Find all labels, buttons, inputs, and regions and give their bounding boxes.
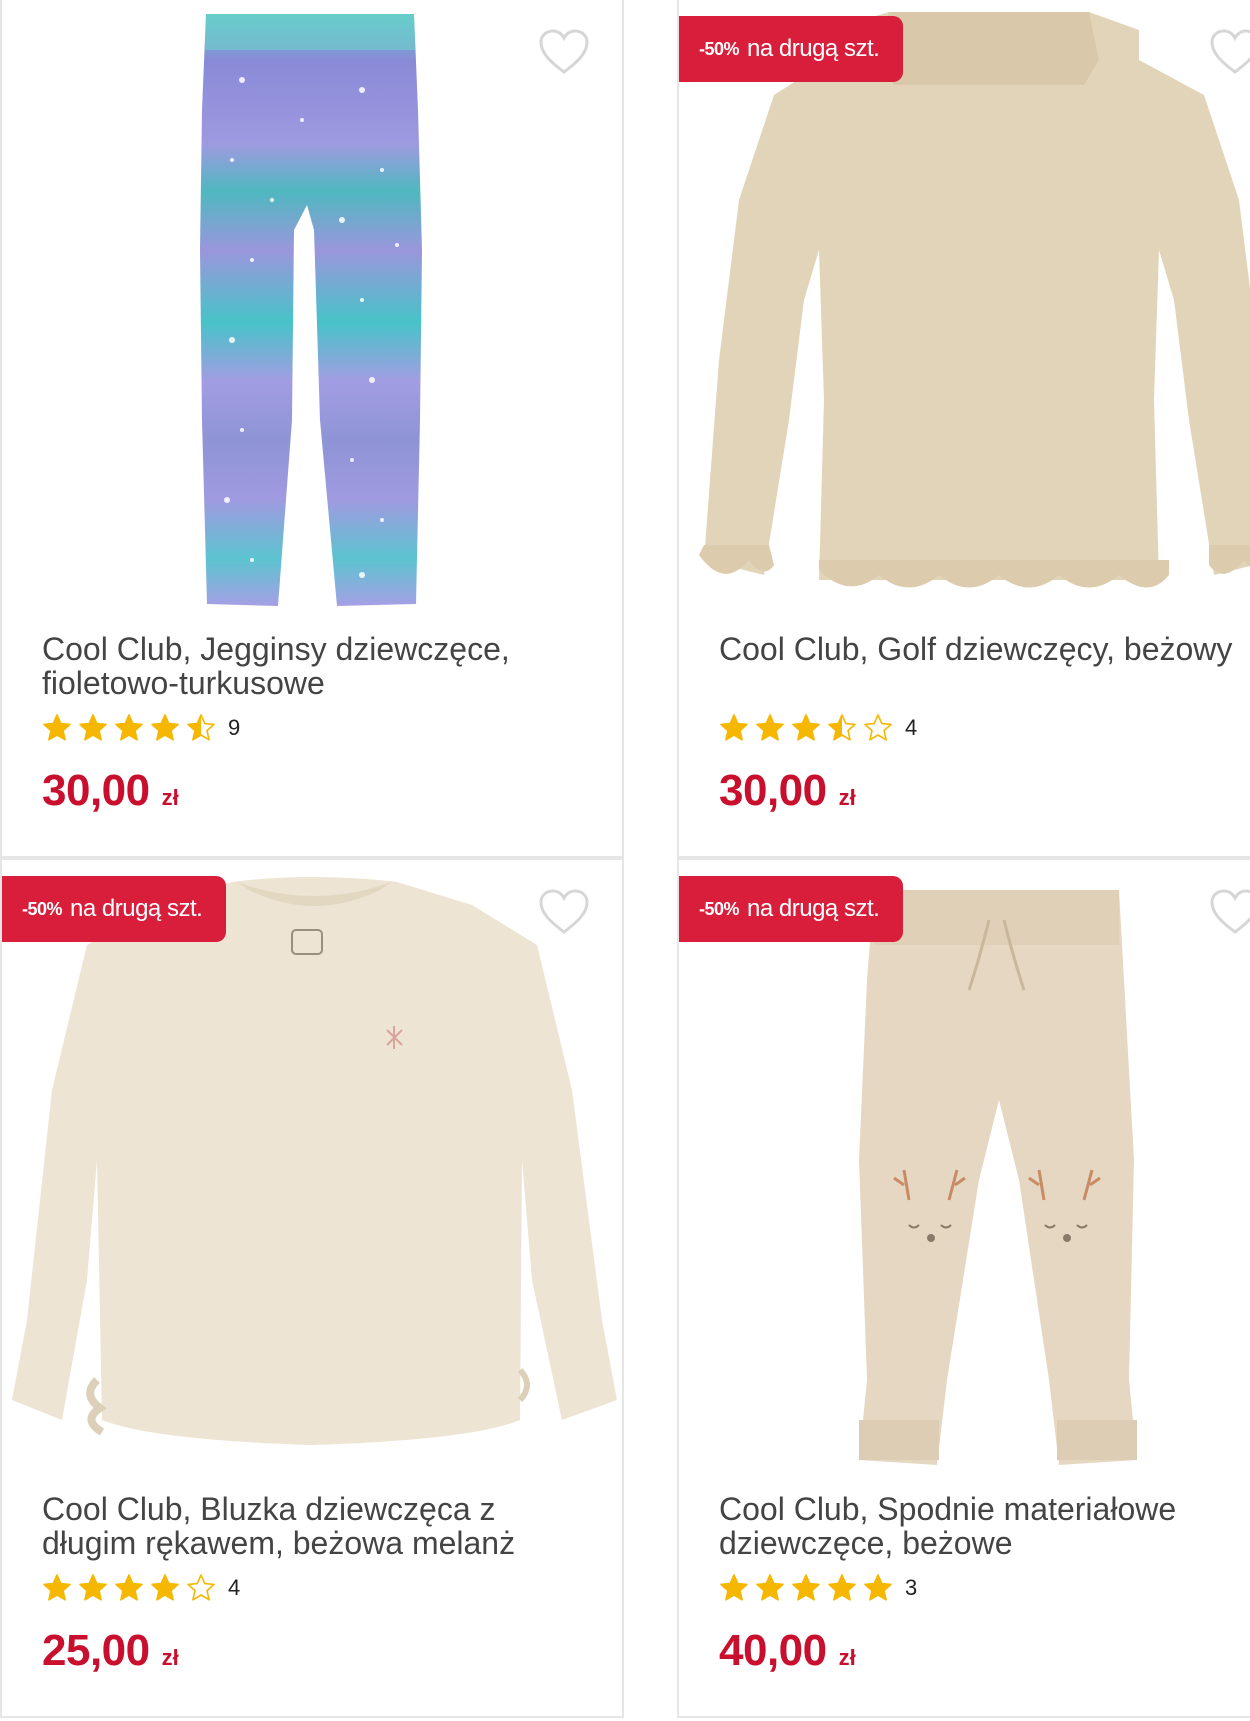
- promo-badge-text: na drugą szt.: [747, 35, 880, 62]
- wishlist-heart-icon[interactable]: [1209, 28, 1250, 76]
- trousers-image[interactable]: [679, 860, 1250, 1480]
- price-amount: 25,00: [42, 1626, 150, 1675]
- blouse-image[interactable]: [2, 860, 622, 1480]
- product-card[interactable]: -50% na drugą szt. Cool Club, Spodnie ma…: [677, 858, 1250, 1718]
- star-filled-icon: [792, 1574, 820, 1601]
- wishlist-heart-icon[interactable]: [538, 888, 590, 936]
- promo-badge: -50% na drugą szt.: [679, 16, 904, 82]
- product-rating: 4: [719, 712, 917, 744]
- star-filled-icon: [151, 1574, 179, 1601]
- product-price: 30,00 zł: [719, 766, 856, 816]
- review-count: 4: [228, 1575, 241, 1600]
- product-title[interactable]: Cool Club, Jegginsy dziewczęce, fioletow…: [42, 632, 612, 700]
- star-filled-icon: [792, 714, 820, 741]
- star-filled-icon: [828, 1574, 856, 1601]
- star-filled-icon: [864, 1574, 892, 1601]
- promo-badge-percent: -50%: [699, 898, 740, 919]
- product-price: 30,00 zł: [42, 766, 179, 816]
- product-card[interactable]: -50% na drugą szt. Cool Club, Golf dziew…: [677, 0, 1250, 858]
- product-rating: 9: [42, 712, 240, 744]
- product-rating: 4: [42, 1572, 240, 1604]
- promo-badge-percent: -50%: [699, 38, 740, 59]
- price-amount: 40,00: [719, 1626, 827, 1675]
- review-count: 4: [905, 715, 918, 740]
- product-title[interactable]: Cool Club, Golf dziewczęcy, beżowy: [719, 632, 1250, 666]
- star-filled-icon: [720, 1574, 748, 1601]
- promo-badge-text: na drugą szt.: [747, 895, 880, 922]
- wishlist-heart-icon[interactable]: [1209, 888, 1250, 936]
- star-filled-icon: [79, 1574, 107, 1601]
- promo-badge-text: na drugą szt.: [70, 895, 203, 922]
- star-empty-icon: [864, 714, 892, 741]
- price-currency: zł: [838, 1645, 856, 1670]
- leggings-image[interactable]: [2, 0, 622, 620]
- sweater-image[interactable]: [679, 0, 1250, 620]
- promo-badge: -50% na drugą szt.: [2, 876, 227, 942]
- product-rating: 3: [719, 1572, 917, 1604]
- product-title[interactable]: Cool Club, Spodnie materiałowe dziewczęc…: [719, 1492, 1250, 1560]
- star-filled-icon: [79, 714, 107, 741]
- product-price: 25,00 zł: [42, 1626, 179, 1676]
- star-filled-icon: [115, 1574, 143, 1601]
- wishlist-heart-icon[interactable]: [538, 28, 590, 76]
- promo-badge-percent: -50%: [22, 898, 63, 919]
- star-filled-icon: [43, 1574, 71, 1601]
- review-count: 9: [228, 715, 241, 740]
- review-count: 3: [905, 1575, 918, 1600]
- star-filled-icon: [151, 714, 179, 741]
- star-filled-icon: [115, 714, 143, 741]
- star-filled-icon: [756, 714, 784, 741]
- promo-badge: -50% na drugą szt.: [679, 876, 904, 942]
- star-half-icon: [828, 714, 856, 741]
- price-currency: zł: [161, 1645, 179, 1670]
- product-grid: Cool Club, Jegginsy dziewczęce, fioletow…: [0, 0, 1250, 1721]
- product-title[interactable]: Cool Club, Bluzka dziewczęca z długim rę…: [42, 1492, 612, 1560]
- product-price: 40,00 zł: [719, 1626, 856, 1676]
- price-amount: 30,00: [719, 766, 827, 815]
- product-card[interactable]: Cool Club, Jegginsy dziewczęce, fioletow…: [0, 0, 624, 858]
- star-half-icon: [187, 714, 215, 741]
- price-currency: zł: [838, 785, 856, 810]
- star-filled-icon: [43, 714, 71, 741]
- star-empty-icon: [187, 1574, 215, 1601]
- price-amount: 30,00: [42, 766, 150, 815]
- star-filled-icon: [720, 714, 748, 741]
- price-currency: zł: [161, 785, 179, 810]
- star-filled-icon: [756, 1574, 784, 1601]
- product-card[interactable]: -50% na drugą szt. Cool Club, Bluzka dzi…: [0, 858, 624, 1718]
